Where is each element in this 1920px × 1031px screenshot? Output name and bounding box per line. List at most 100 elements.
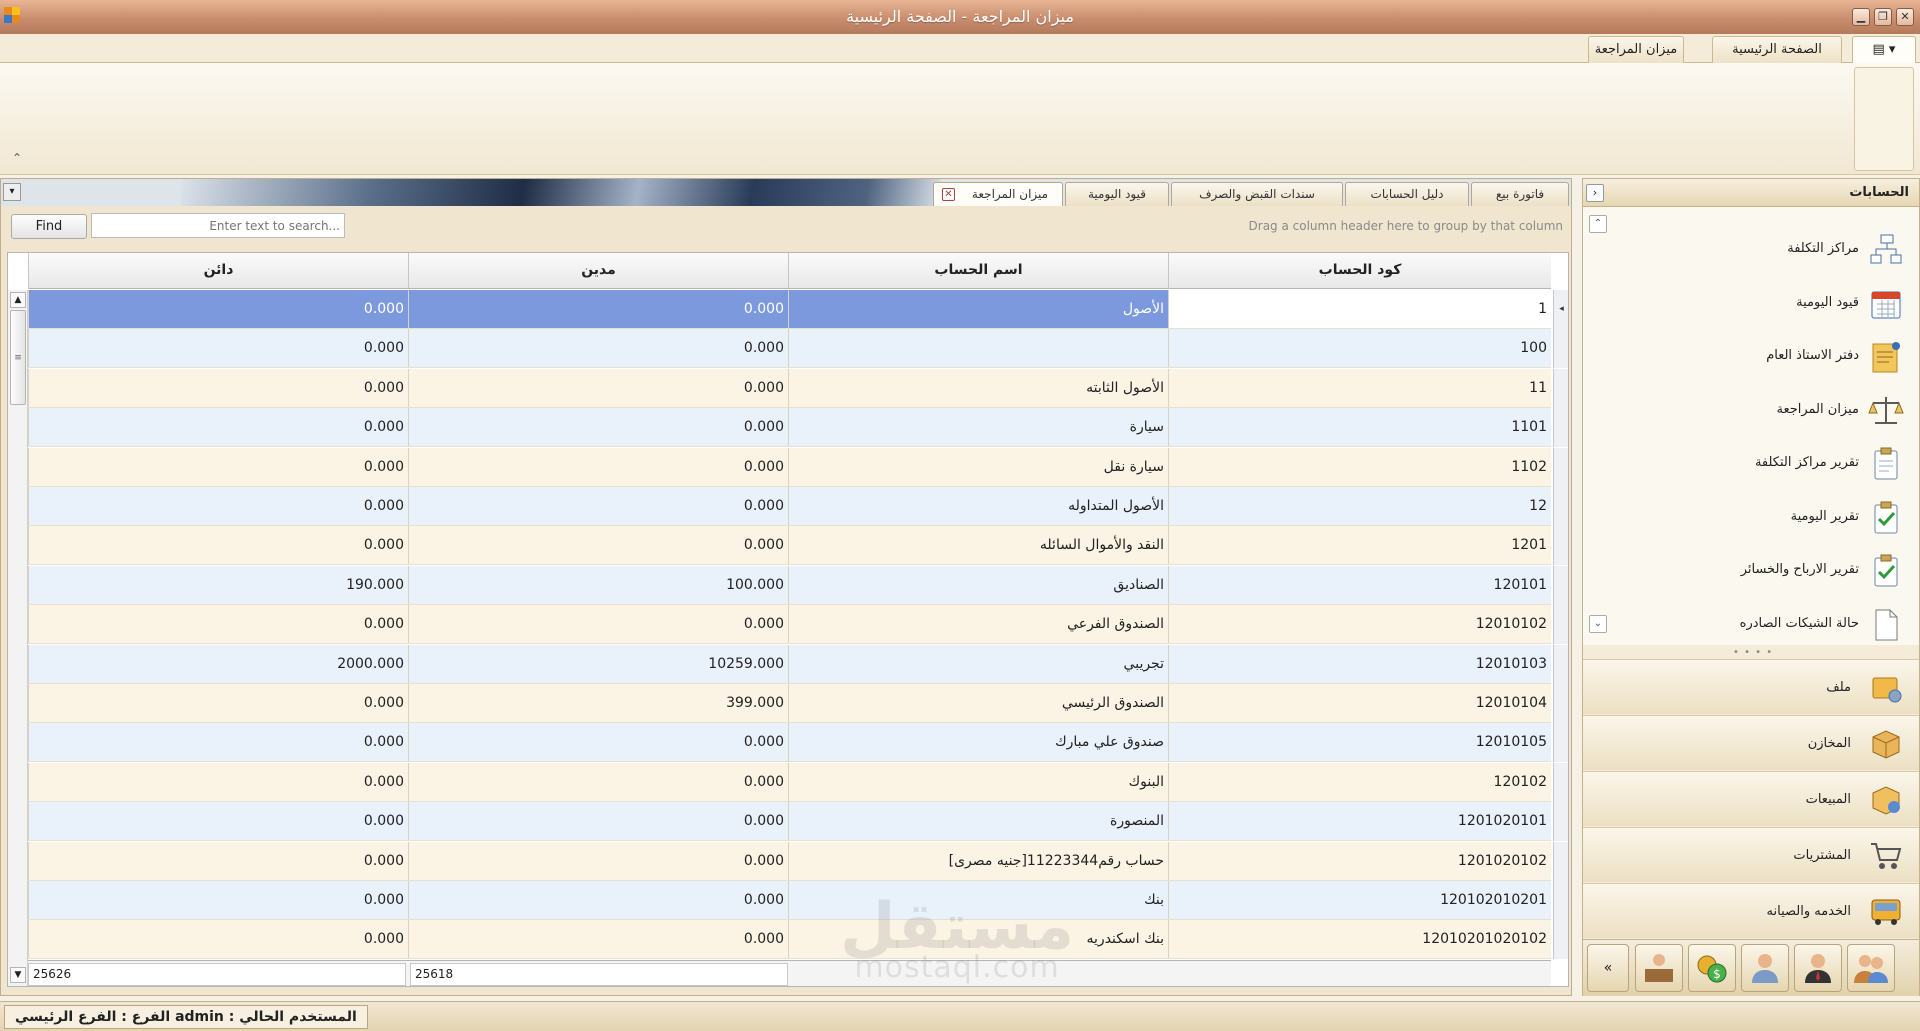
table-row[interactable]: 2000.000 10259.000 تجريبي 12010103 [28,644,1551,684]
nav-item[interactable]: ميزان المراجعة [1613,386,1913,436]
doc-tab-trial-balance[interactable]: ✕ ميزان المراجعة [933,182,1063,206]
scroll-up-icon[interactable]: ▲ [10,292,26,308]
cell-credit[interactable]: 0.000 [28,290,408,328]
tab-home[interactable]: الصفحة الرئيسية [1712,36,1842,63]
cell-account-name[interactable]: سيارة [788,408,1168,447]
cell-debit[interactable]: 0.000 [408,920,788,959]
ribbon-collapse-icon[interactable]: ⌃ [12,151,22,165]
cell-account-code[interactable]: 12010103 [1168,644,1551,683]
cell-credit[interactable]: 0.000 [28,723,408,762]
cell-debit[interactable]: 0.000 [408,487,788,525]
column-header-credit[interactable]: دائن [28,253,408,289]
cell-account-name[interactable]: سيارة نقل [788,447,1168,486]
close-window-icon[interactable]: ✕ [1896,8,1914,26]
cell-account-code[interactable]: 12010201020102 [1168,920,1551,959]
column-header-account-name[interactable]: اسم الحساب [788,253,1168,289]
cell-account-code[interactable]: 1 [1168,290,1551,328]
user-icon[interactable] [1741,944,1789,992]
row-indicator[interactable] [1553,762,1568,802]
cell-credit[interactable]: 0.000 [28,329,408,368]
row-indicator[interactable] [1553,644,1568,684]
cell-credit[interactable]: 0.000 [28,526,408,565]
cell-debit[interactable]: 0.000 [408,329,788,368]
nav-group-button[interactable]: الخدمه والصيانه [1583,883,1919,938]
table-row[interactable]: 0.000 0.000 سيارة نقل 1102 [28,447,1551,487]
table-row[interactable]: 0.000 0.000 المنصورة 1201020101 [28,802,1551,842]
money-icon[interactable]: $ [1688,944,1736,992]
row-indicator[interactable] [1553,447,1568,487]
tab-list-dropdown-icon[interactable]: ▾ [3,183,21,201]
cell-account-code[interactable]: 11 [1168,368,1551,407]
cell-account-code[interactable]: 120102 [1168,762,1551,801]
splitter-grip[interactable]: • • • • [1733,647,1773,658]
table-row[interactable]: 0.000 0.000 الأصول المتداوله 12 [28,487,1551,526]
table-row[interactable]: 190.000 100.000 الصناديق 120101 [28,565,1551,605]
cell-account-name[interactable]: حساب رقم11223344[جنيه مصرى] [788,841,1168,880]
cell-account-code[interactable]: 120101 [1168,565,1551,604]
doc-tab-receipts-payments[interactable]: سندات القبض والصرف [1171,182,1343,206]
more-buttons-icon[interactable]: « [1587,944,1629,992]
cell-debit[interactable]: 100.000 [408,565,788,604]
cell-credit[interactable]: 0.000 [28,487,408,525]
table-row[interactable]: 0.000 0.000 الأصول 1 [28,290,1551,329]
cell-credit[interactable]: 0.000 [28,841,408,880]
cell-credit[interactable]: 0.000 [28,408,408,447]
nav-item[interactable]: حالة الشيكات الصادره [1613,600,1913,650]
cell-account-code[interactable]: 1101 [1168,408,1551,447]
cell-credit[interactable]: 0.000 [28,802,408,841]
cell-account-name[interactable] [788,329,1168,368]
row-indicator[interactable] [1553,487,1568,526]
row-indicator[interactable] [1553,920,1568,960]
nav-item[interactable]: قيود اليومية [1613,279,1913,329]
table-row[interactable]: 0.000 0.000 الصندوق الفرعي 12010102 [28,605,1551,645]
table-row[interactable]: 0.000 0.000 صندوق علي مبارك 12010105 [28,723,1551,763]
row-indicator[interactable] [1553,841,1568,881]
row-indicator[interactable] [1553,565,1568,605]
nav-scroll-up-icon[interactable]: ⌃ [1589,215,1607,233]
cell-account-name[interactable]: البنوك [788,762,1168,801]
cell-debit[interactable]: 0.000 [408,447,788,486]
cell-debit[interactable]: 0.000 [408,368,788,407]
cell-credit[interactable]: 0.000 [28,881,408,919]
row-indicator[interactable] [1553,684,1568,723]
current-row-indicator-icon[interactable]: ◂ [1553,290,1568,329]
table-row[interactable]: 0.000 0.000 بنك 120102010201 [28,881,1551,920]
row-indicator[interactable] [1553,802,1568,842]
cell-debit[interactable]: 0.000 [408,881,788,919]
cell-account-code[interactable]: 1102 [1168,447,1551,486]
cell-credit[interactable]: 0.000 [28,920,408,959]
cell-account-name[interactable]: تجريبي [788,644,1168,683]
cell-debit[interactable]: 0.000 [408,802,788,841]
cell-account-name[interactable]: الصندوق الفرعي [788,605,1168,644]
doc-tab-sales-invoice[interactable]: فاتورة بيع [1471,182,1569,206]
restore-icon[interactable]: ❐ [1874,8,1892,26]
cell-account-code[interactable]: 100 [1168,329,1551,368]
tab-trial-balance[interactable]: ميزان المراجعة [1588,36,1684,63]
minimize-icon[interactable]: ▁ [1852,8,1870,26]
cell-debit[interactable]: 0.000 [408,290,788,328]
ribbon-gallery-scroller[interactable] [1854,67,1914,171]
grid-vertical-scrollbar[interactable]: ▲ ≡ ▼ [8,290,28,986]
cell-credit[interactable]: 0.000 [28,605,408,644]
cell-debit[interactable]: 0.000 [408,762,788,801]
cell-account-name[interactable]: الأصول الثابته [788,368,1168,407]
cell-debit[interactable]: 0.000 [408,605,788,644]
row-indicator[interactable] [1553,329,1568,369]
cell-account-name[interactable]: الأصول المتداوله [788,487,1168,525]
row-indicator[interactable] [1553,723,1568,763]
cell-debit[interactable]: 399.000 [408,684,788,722]
nav-item[interactable]: مراكز التكلفة [1613,225,1913,275]
cell-account-name[interactable]: الأصول [788,290,1168,328]
row-indicator[interactable] [1553,368,1568,408]
table-row[interactable]: 0.000 0.000 بنك اسكندريه 12010201020102 [28,920,1551,960]
cell-credit[interactable]: 0.000 [28,368,408,407]
table-row[interactable]: 0.000 0.000 النقد والأموال السائله 1201 [28,526,1551,566]
nav-group-button[interactable]: ملف [1583,659,1919,714]
cell-credit[interactable]: 0.000 [28,447,408,486]
cashier-icon[interactable] [1635,944,1683,992]
table-row[interactable]: 0.000 0.000 100 [28,329,1551,369]
cell-account-name[interactable]: المنصورة [788,802,1168,841]
cell-credit[interactable]: 2000.000 [28,644,408,683]
cell-debit[interactable]: 0.000 [408,408,788,447]
column-header-account-code[interactable]: كود الحساب [1168,253,1551,289]
